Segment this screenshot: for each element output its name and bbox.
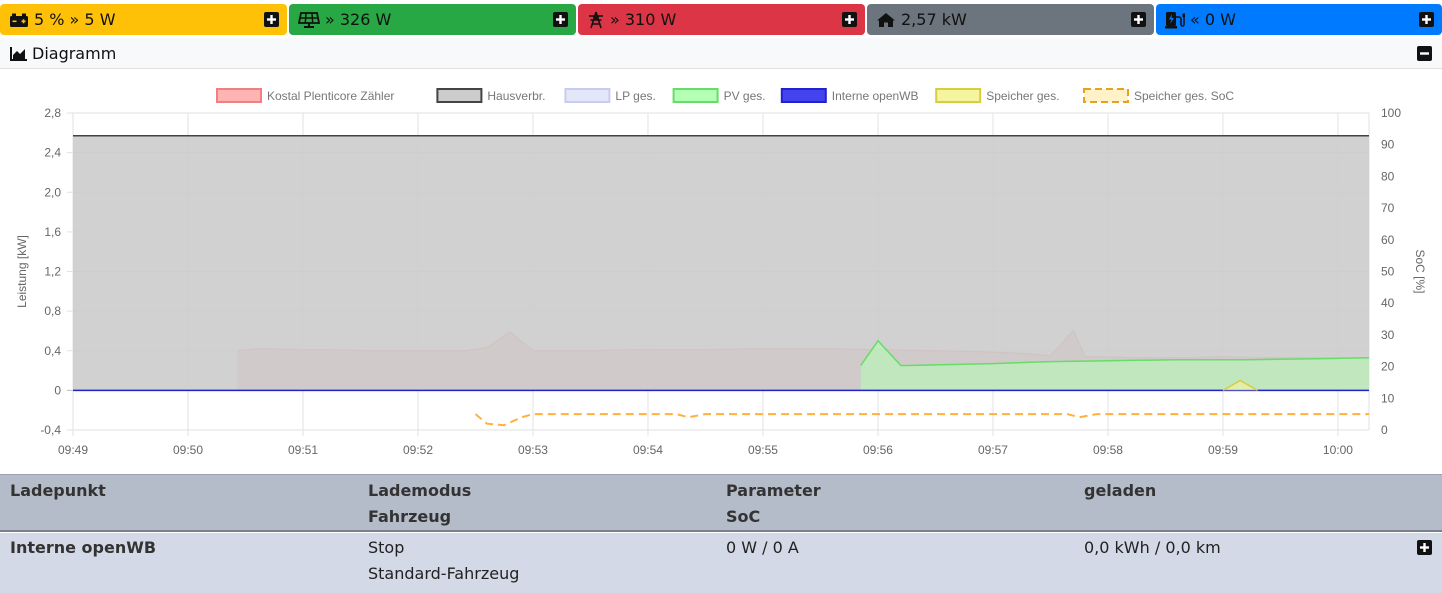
pv-text: » 326 W bbox=[325, 10, 391, 29]
legend-label: Interne openWB bbox=[832, 89, 919, 103]
car-battery-icon bbox=[9, 12, 29, 28]
y2-tick-label: 10 bbox=[1381, 391, 1395, 405]
legend-swatch bbox=[565, 89, 609, 102]
x-tick-label: 09:57 bbox=[978, 443, 1008, 457]
house-text: 2,57 kW bbox=[901, 10, 967, 29]
area-chart-icon bbox=[10, 47, 28, 61]
y-tick-label: 0,8 bbox=[44, 304, 61, 318]
pv-tile[interactable]: » 326 W bbox=[289, 4, 576, 35]
y2-tick-label: 0 bbox=[1381, 423, 1388, 437]
table-header: Ladepunkt Lademodus Fahrzeug Parameter S… bbox=[0, 474, 1442, 532]
grid-text: » 310 W bbox=[610, 10, 676, 29]
y2-axis-title: SoC [%] bbox=[1413, 249, 1427, 293]
power-chart: 2,82,42,01,61,20,80,40-0,410090807060504… bbox=[0, 70, 1442, 470]
legend-label: Speicher ges. SoC bbox=[1134, 89, 1234, 103]
header-ladepunkt: Ladepunkt bbox=[10, 478, 106, 504]
legend-label: PV ges. bbox=[724, 89, 766, 103]
collapse-icon[interactable] bbox=[1417, 46, 1432, 61]
y-tick-label: 2,8 bbox=[44, 106, 61, 120]
y-axis-title: Leistung [kW] bbox=[15, 235, 29, 308]
battery-tile[interactable]: 5 % » 5 W bbox=[0, 4, 287, 35]
y-tick-label: 2,0 bbox=[44, 185, 61, 199]
series-hausverbr--area bbox=[73, 136, 1369, 391]
x-tick-label: 09:49 bbox=[58, 443, 88, 457]
y2-tick-label: 100 bbox=[1381, 106, 1401, 120]
header-fahrzeug: Fahrzeug bbox=[368, 504, 451, 530]
legend-item: Speicher ges. bbox=[936, 89, 1059, 103]
solar-panel-icon bbox=[298, 12, 320, 28]
x-tick-label: 09:54 bbox=[633, 443, 663, 457]
legend-label: LP ges. bbox=[615, 89, 655, 103]
header-parameter: Parameter bbox=[726, 478, 821, 504]
y2-tick-label: 80 bbox=[1381, 169, 1395, 183]
legend-item: Speicher ges. SoC bbox=[1084, 89, 1234, 103]
plus-icon[interactable] bbox=[1419, 12, 1434, 27]
grid-tile[interactable]: » 310 W bbox=[578, 4, 865, 35]
legend-item: Interne openWB bbox=[782, 89, 919, 103]
y2-tick-label: 50 bbox=[1381, 265, 1395, 279]
y-tick-label: -0,4 bbox=[40, 423, 61, 437]
legend-swatch bbox=[437, 89, 481, 102]
y2-tick-label: 60 bbox=[1381, 233, 1395, 247]
house-tile[interactable]: 2,57 kW bbox=[867, 4, 1154, 35]
plus-icon[interactable] bbox=[264, 12, 279, 27]
row-charge-mode[interactable]: Stop bbox=[368, 535, 404, 561]
home-icon bbox=[876, 12, 896, 28]
legend-label: Hausverbr. bbox=[487, 89, 545, 103]
y2-tick-label: 70 bbox=[1381, 201, 1395, 215]
legend-item: LP ges. bbox=[565, 89, 655, 103]
y-tick-label: 2,4 bbox=[44, 146, 61, 160]
legend-swatch bbox=[674, 89, 718, 102]
x-tick-label: 09:50 bbox=[173, 443, 203, 457]
y2-tick-label: 90 bbox=[1381, 138, 1395, 152]
legend-item: Kostal Plenticore Zähler bbox=[217, 89, 394, 103]
diagram-title: Diagramm bbox=[32, 44, 116, 63]
x-tick-label: 10:00 bbox=[1323, 443, 1353, 457]
row-charged: 0,0 kWh / 0,0 km bbox=[1084, 535, 1221, 561]
header-lademodus: Lademodus bbox=[368, 478, 471, 504]
x-tick-label: 09:52 bbox=[403, 443, 433, 457]
row-parameters: 0 W / 0 A bbox=[726, 535, 799, 561]
x-tick-label: 09:59 bbox=[1208, 443, 1238, 457]
charge-tile[interactable]: « 0 W bbox=[1156, 4, 1442, 35]
legend-swatch bbox=[936, 89, 980, 102]
x-tick-label: 09:53 bbox=[518, 443, 548, 457]
y-tick-label: 0 bbox=[54, 383, 61, 397]
legend-item: Hausverbr. bbox=[437, 89, 545, 103]
table-row[interactable]: Interne openWB Stop Standard-Fahrzeug 0 … bbox=[0, 533, 1442, 593]
y-tick-label: 1,2 bbox=[44, 265, 61, 279]
legend-swatch bbox=[217, 89, 261, 102]
battery-text: 5 % » 5 W bbox=[34, 10, 116, 29]
series-speicher-ges-soc-line bbox=[476, 414, 1370, 425]
row-vehicle: Standard-Fahrzeug bbox=[368, 561, 519, 587]
charge-text: « 0 W bbox=[1190, 10, 1236, 29]
plus-icon[interactable] bbox=[1131, 12, 1146, 27]
x-tick-label: 09:58 bbox=[1093, 443, 1123, 457]
legend-swatch bbox=[782, 89, 826, 102]
header-geladen: geladen bbox=[1084, 478, 1156, 504]
expand-icon[interactable] bbox=[1417, 540, 1432, 555]
legend-swatch bbox=[1084, 89, 1128, 102]
y2-tick-label: 20 bbox=[1381, 360, 1395, 374]
legend-label: Speicher ges. bbox=[986, 89, 1059, 103]
x-tick-label: 09:51 bbox=[288, 443, 318, 457]
plus-icon[interactable] bbox=[553, 12, 568, 27]
y-tick-label: 1,6 bbox=[44, 225, 61, 239]
power-tower-icon bbox=[587, 11, 605, 29]
y2-tick-label: 30 bbox=[1381, 328, 1395, 342]
diagram-header[interactable]: Diagramm bbox=[0, 38, 1442, 69]
y-tick-label: 0,4 bbox=[44, 344, 61, 358]
charging-station-icon bbox=[1165, 11, 1185, 29]
plus-icon[interactable] bbox=[842, 12, 857, 27]
legend-label: Kostal Plenticore Zähler bbox=[267, 89, 394, 103]
header-soc: SoC bbox=[726, 504, 760, 530]
legend-item: PV ges. bbox=[674, 89, 766, 103]
x-tick-label: 09:56 bbox=[863, 443, 893, 457]
row-chargepoint-name: Interne openWB bbox=[10, 535, 156, 561]
x-tick-label: 09:55 bbox=[748, 443, 778, 457]
status-bar: 5 % » 5 W » 326 W » 310 W 2,57 kW « 0 W bbox=[0, 0, 1442, 37]
y2-tick-label: 40 bbox=[1381, 296, 1395, 310]
